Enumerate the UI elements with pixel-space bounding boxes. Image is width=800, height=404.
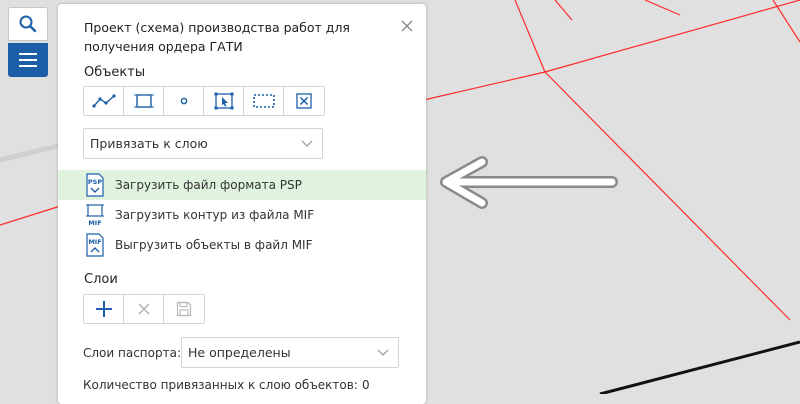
save-icon	[176, 301, 192, 317]
chevron-down-icon	[377, 349, 389, 356]
ordering-panel: Проект (схема) производства работ для по…	[58, 4, 426, 404]
export-mif-label: Выгрузить объекты в файл MIF	[115, 238, 313, 252]
load-psp-file-label: Загрузить файл формата PSP	[115, 178, 302, 192]
hamburger-icon	[19, 53, 37, 67]
bind-to-layer-value: Привязать к слою	[90, 136, 208, 151]
menu-button[interactable]	[8, 43, 48, 77]
load-mif-contour-label: Загрузить контур из файла MIF	[115, 208, 315, 222]
delete-tool-button[interactable]	[284, 87, 324, 115]
passport-layers-label: Слои паспорта:	[83, 346, 181, 360]
chevron-down-icon	[301, 140, 313, 147]
bound-objects-count-label: Количество привязанных к слою объектов:	[83, 378, 358, 392]
polyline-tool-icon	[91, 94, 116, 108]
area-select-tool-icon	[252, 94, 275, 108]
remove-icon	[137, 303, 150, 315]
select-tool-button[interactable]	[204, 87, 244, 115]
svg-text:MIF: MIF	[88, 219, 101, 227]
layers-section-title: Слои	[84, 272, 118, 287]
point-tool-button[interactable]	[164, 87, 204, 115]
select-tool-icon	[214, 92, 233, 110]
objects-section-title: Объекты	[84, 65, 146, 80]
passport-layers-select[interactable]: Не определены	[181, 337, 399, 368]
add-layer-button[interactable]	[84, 295, 124, 323]
area-select-tool-button[interactable]	[244, 87, 284, 115]
mif-export-icon: MIF	[86, 233, 104, 257]
search-icon	[19, 15, 37, 33]
objects-toolbar	[83, 86, 325, 116]
bind-to-layer-select[interactable]: Привязать к слою	[83, 128, 323, 159]
close-icon	[401, 20, 413, 32]
point-tool-icon	[180, 97, 187, 105]
psp-file-icon: PSP	[86, 173, 104, 197]
remove-layer-button[interactable]	[124, 295, 164, 323]
svg-text:PSP: PSP	[88, 178, 102, 186]
load-mif-contour-action[interactable]: MIF Загрузить контур из файла MIF	[58, 200, 426, 230]
bound-objects-count-value: 0	[362, 378, 370, 392]
add-icon	[95, 301, 112, 317]
polyline-tool-button[interactable]	[84, 87, 124, 115]
search-button[interactable]	[8, 7, 48, 41]
save-layer-button[interactable]	[164, 295, 204, 323]
close-button[interactable]	[400, 18, 414, 32]
export-mif-action[interactable]: MIF Выгрузить объекты в файл MIF	[58, 230, 426, 260]
passport-layers-value: Не определены	[188, 345, 291, 360]
rectangle-tool-icon	[133, 94, 154, 108]
mif-contour-icon: MIF	[86, 204, 104, 227]
svg-text:MIF: MIF	[88, 238, 101, 246]
rectangle-tool-button[interactable]	[124, 87, 164, 115]
delete-tool-icon	[296, 93, 312, 109]
panel-title: Проект (схема) производства работ для по…	[84, 20, 350, 54]
load-psp-file-action[interactable]: PSP Загрузить файл формата PSP	[58, 170, 426, 200]
layers-toolbar	[83, 294, 205, 324]
